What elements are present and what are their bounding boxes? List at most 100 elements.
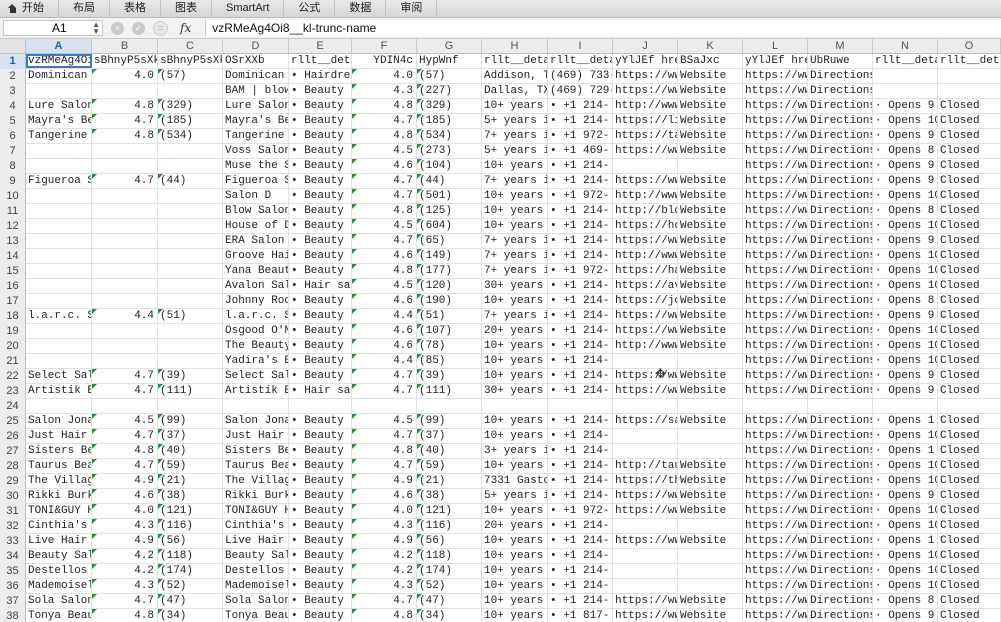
cell-c30[interactable]: (38) xyxy=(158,489,223,503)
cell-i22[interactable]: • +1 214- xyxy=(548,369,613,383)
cell-l9[interactable]: https://www xyxy=(743,174,808,188)
cell-o20[interactable]: Closed xyxy=(938,339,1001,353)
cell-l13[interactable]: https://www xyxy=(743,234,808,248)
cell-b11[interactable] xyxy=(92,204,158,218)
cell-b10[interactable] xyxy=(92,189,158,203)
cell-d27[interactable]: Sisters Bea xyxy=(223,444,289,458)
cell-c14[interactable] xyxy=(158,249,223,263)
row-header[interactable]: 22 xyxy=(0,369,26,384)
cell-g11[interactable]: (125) xyxy=(417,204,482,218)
cell-c15[interactable] xyxy=(158,264,223,278)
cell-o25[interactable]: Closed xyxy=(938,414,1001,428)
cell-j37[interactable]: https://www xyxy=(613,594,678,608)
column-header-i[interactable]: I xyxy=(548,39,613,53)
cell-l28[interactable]: https://www xyxy=(743,459,808,473)
cell-f13[interactable]: 4.7 xyxy=(352,234,417,248)
cell-d37[interactable]: Sola Salon xyxy=(223,594,289,608)
cell-a1[interactable]: vzRMeAg4Oi8__kl xyxy=(26,54,92,68)
cell-c29[interactable]: (21) xyxy=(158,474,223,488)
cell-n2[interactable] xyxy=(873,69,938,83)
cell-o14[interactable]: Closed xyxy=(938,249,1001,263)
cell-m38[interactable]: Directions xyxy=(808,609,873,622)
cell-e36[interactable]: • Beauty xyxy=(289,579,352,593)
column-header-d[interactable]: D xyxy=(223,39,289,53)
cell-l22[interactable]: https://www xyxy=(743,369,808,383)
cell-k10[interactable]: Website xyxy=(678,189,743,203)
cell-h11[interactable]: 10+ years xyxy=(482,204,548,218)
cell-h34[interactable]: 10+ years xyxy=(482,549,548,563)
cell-l38[interactable]: https://www xyxy=(743,609,808,622)
cell-l16[interactable]: https://www xyxy=(743,279,808,293)
cell-j33[interactable]: https://www xyxy=(613,534,678,548)
cell-d24[interactable] xyxy=(223,399,289,413)
cell-b25[interactable]: 4.5 xyxy=(92,414,158,428)
cell-j21[interactable] xyxy=(613,354,678,368)
cell-a6[interactable]: Tangerine S xyxy=(26,129,92,143)
cell-g3[interactable]: (227) xyxy=(417,84,482,98)
cell-n11[interactable]: · Opens 8 xyxy=(873,204,938,218)
cell-l12[interactable]: https://www xyxy=(743,219,808,233)
cell-d2[interactable]: Dominican H xyxy=(223,69,289,83)
cell-l19[interactable]: https://www xyxy=(743,324,808,338)
cell-o28[interactable]: Closed xyxy=(938,459,1001,473)
cell-b21[interactable] xyxy=(92,354,158,368)
cell-b3[interactable] xyxy=(92,84,158,98)
cell-k13[interactable]: Website xyxy=(678,234,743,248)
cell-i29[interactable]: • +1 214- xyxy=(548,474,613,488)
cell-o17[interactable]: Closed xyxy=(938,294,1001,308)
cell-o7[interactable]: Closed xyxy=(938,144,1001,158)
cell-k7[interactable]: Website xyxy=(678,144,743,158)
cell-m35[interactable]: Directions xyxy=(808,564,873,578)
cell-b36[interactable]: 4.3 xyxy=(92,579,158,593)
cell-b4[interactable]: 4.8 xyxy=(92,99,158,113)
cell-f2[interactable]: 4.0 xyxy=(352,69,417,83)
cell-g35[interactable]: (174) xyxy=(417,564,482,578)
column-header-h[interactable]: H xyxy=(482,39,548,53)
tab-formulas[interactable]: 公式 xyxy=(284,0,336,17)
cell-g22[interactable]: (39) xyxy=(417,369,482,383)
cell-i25[interactable]: • +1 214- xyxy=(548,414,613,428)
cell-m28[interactable]: Directions xyxy=(808,459,873,473)
cell-e19[interactable]: • Beauty xyxy=(289,324,352,338)
tab-smartart[interactable]: SmartArt xyxy=(212,0,285,17)
cell-b27[interactable]: 4.8 xyxy=(92,444,158,458)
cell-d33[interactable]: Live Hair C xyxy=(223,534,289,548)
cell-n6[interactable]: · Opens 9 xyxy=(873,129,938,143)
cell-f3[interactable]: 4.3 xyxy=(352,84,417,98)
cell-e9[interactable]: • Beauty xyxy=(289,174,352,188)
cell-d20[interactable]: The Beauty xyxy=(223,339,289,353)
cell-e11[interactable]: • Beauty xyxy=(289,204,352,218)
cell-o18[interactable]: Closed xyxy=(938,309,1001,323)
cell-e7[interactable]: • Beauty xyxy=(289,144,352,158)
cell-o36[interactable]: Closed xyxy=(938,579,1001,593)
cell-k8[interactable] xyxy=(678,159,743,173)
cell-n3[interactable] xyxy=(873,84,938,98)
row-header[interactable]: 19 xyxy=(0,324,26,339)
cell-h36[interactable]: 10+ years xyxy=(482,579,548,593)
confirm-icon[interactable]: ✓ xyxy=(132,21,145,35)
cell-e26[interactable]: • Beauty xyxy=(289,429,352,443)
row-header[interactable]: 32 xyxy=(0,519,26,534)
cell-h8[interactable]: 10+ years xyxy=(482,159,548,173)
cell-j8[interactable] xyxy=(613,159,678,173)
cell-b7[interactable] xyxy=(92,144,158,158)
cell-o35[interactable]: Closed xyxy=(938,564,1001,578)
cell-n21[interactable]: · Opens 10 xyxy=(873,354,938,368)
cell-b24[interactable] xyxy=(92,399,158,413)
tab-charts[interactable]: 图表 xyxy=(161,0,212,17)
cell-f21[interactable]: 4.4 xyxy=(352,354,417,368)
cell-f36[interactable]: 4.3 xyxy=(352,579,417,593)
column-header-e[interactable]: E xyxy=(289,39,352,53)
name-box[interactable]: A1 ▲ ▼ xyxy=(3,20,103,36)
column-header-f[interactable]: F xyxy=(352,39,417,53)
cell-j12[interactable]: https://hou xyxy=(613,219,678,233)
cell-k28[interactable]: Website xyxy=(678,459,743,473)
cell-e37[interactable]: • Beauty xyxy=(289,594,352,608)
cell-n25[interactable]: · Opens 1 xyxy=(873,414,938,428)
cell-d38[interactable]: Tonya Beaut xyxy=(223,609,289,622)
cell-l36[interactable]: https://www xyxy=(743,579,808,593)
cell-n38[interactable]: · Opens 9 xyxy=(873,609,938,622)
cell-h18[interactable]: 7+ years in xyxy=(482,309,548,323)
cell-j1[interactable]: yYlJEf hre xyxy=(613,54,678,68)
cell-n1[interactable]: rllt__deta xyxy=(873,54,938,68)
